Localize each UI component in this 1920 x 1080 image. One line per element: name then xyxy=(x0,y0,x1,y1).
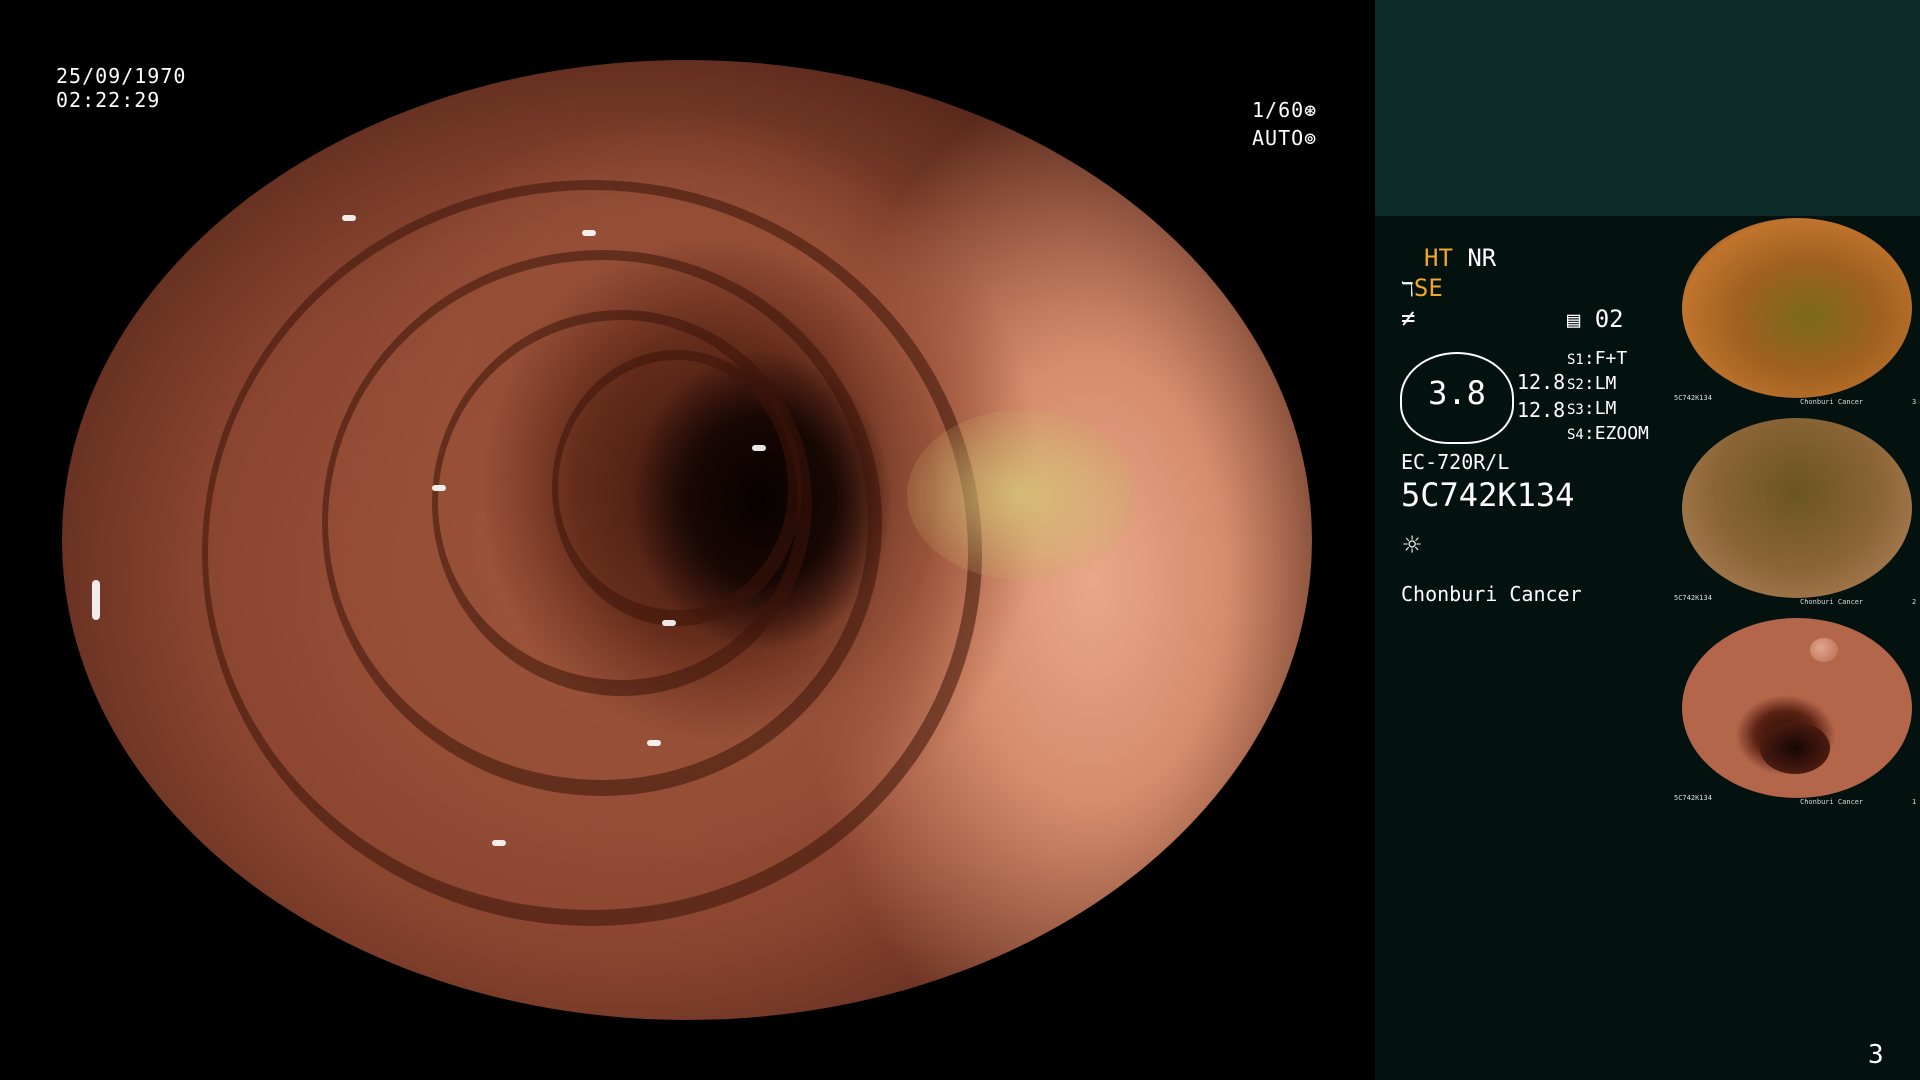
se-row: ℸSE xyxy=(1401,274,1443,302)
switch-key: S1 xyxy=(1567,352,1584,368)
thumbnail-serial: 5C742K134 xyxy=(1674,594,1712,602)
lens-row: ≠ xyxy=(1401,304,1415,332)
light-icon: ☼ xyxy=(1403,528,1422,563)
time-display: 02:22:29 xyxy=(56,88,161,112)
switch-value: LM xyxy=(1594,373,1617,394)
switch-key: S4 xyxy=(1567,427,1584,443)
switch-s1: S1:F+T xyxy=(1567,348,1628,369)
light-reflection xyxy=(92,580,100,620)
thumbnail-2[interactable]: 5C742K134 Chonburi Cancer 2 xyxy=(1672,416,1920,606)
switch-key: S2 xyxy=(1567,377,1584,393)
aperture-icon: ⊛ xyxy=(1304,98,1318,122)
nr-label: NR xyxy=(1467,244,1497,272)
counter-row: ▤ 02 xyxy=(1567,305,1624,333)
thumbnail-institution: Chonburi Cancer xyxy=(1800,398,1864,406)
iris-mode-value: AUTO xyxy=(1252,126,1305,150)
se-label: SE xyxy=(1413,274,1443,302)
thumbnail-serial: 5C742K134 xyxy=(1674,394,1712,402)
switch-s2: S2:LM xyxy=(1567,373,1617,394)
thumbnail-image xyxy=(1682,618,1912,798)
thumbnail-institution: Chonburi Cancer xyxy=(1800,798,1864,806)
panel-header-area xyxy=(1375,0,1920,216)
ht-nr-row: HT NR xyxy=(1424,244,1496,272)
mucosal-lesion xyxy=(907,410,1137,580)
date-display: 25/09/1970 xyxy=(56,64,187,88)
ht-label: HT xyxy=(1424,244,1453,272)
shutter-value: 1/60 xyxy=(1252,98,1305,122)
scope-model: EC-720R/L xyxy=(1401,450,1510,474)
gauge-reading-bottom: 12.8 xyxy=(1517,398,1566,422)
counter-value: 02 xyxy=(1594,305,1624,333)
page-number: 3 xyxy=(1868,1040,1884,1070)
light-reflection xyxy=(432,485,446,491)
shutter-display: 1/60⊛ xyxy=(1252,98,1317,122)
switch-s3: S3:LM xyxy=(1567,398,1617,419)
thumbnail-1[interactable]: 5C742K134 Chonburi Cancer 3 xyxy=(1672,216,1920,406)
iris-mode-display: AUTO⊚ xyxy=(1252,126,1317,150)
light-reflection xyxy=(492,840,506,846)
light-reflection xyxy=(647,740,661,746)
gauge-reading-top: 12.8 xyxy=(1517,370,1566,394)
light-reflection xyxy=(342,215,356,221)
switch-value: EZOOM xyxy=(1594,423,1649,444)
gauge-value: 3.8 xyxy=(1428,374,1486,412)
thumbnail-institution: Chonburi Cancer xyxy=(1800,598,1864,606)
light-reflection xyxy=(752,445,766,451)
gain-gauge: 3.8 xyxy=(1400,352,1514,444)
institution-name: Chonburi Cancer xyxy=(1401,582,1582,606)
thumbnail-lumen xyxy=(1760,722,1830,774)
thumbnail-polyp xyxy=(1810,638,1838,662)
thumbnail-image xyxy=(1682,218,1912,398)
light-reflection xyxy=(582,230,596,236)
light-reflection xyxy=(662,620,676,626)
se-mode-icon: ℸ xyxy=(1401,277,1414,301)
thumbnail-3[interactable]: 5C742K134 Chonburi Cancer 1 xyxy=(1672,616,1920,806)
thumbnail-image xyxy=(1682,418,1912,598)
endoscope-view xyxy=(62,60,1312,1020)
switch-value: LM xyxy=(1594,398,1617,419)
thumbnail-index: 2 xyxy=(1912,598,1917,606)
lens-icon: ≠ xyxy=(1401,304,1416,332)
switch-s4: S4:EZOOM xyxy=(1567,423,1649,444)
thumbnail-index: 3 xyxy=(1912,398,1917,406)
thumbnail-index: 1 xyxy=(1912,798,1917,806)
thumbnail-serial: 5C742K134 xyxy=(1674,794,1712,802)
scope-serial: 5C742K134 xyxy=(1401,476,1575,514)
auto-iris-icon: ⊚ xyxy=(1304,126,1318,150)
switch-key: S3 xyxy=(1567,402,1584,418)
memory-card-icon: ▤ xyxy=(1567,308,1581,333)
mucosal-fold xyxy=(552,350,802,626)
switch-value: F+T xyxy=(1594,348,1628,369)
